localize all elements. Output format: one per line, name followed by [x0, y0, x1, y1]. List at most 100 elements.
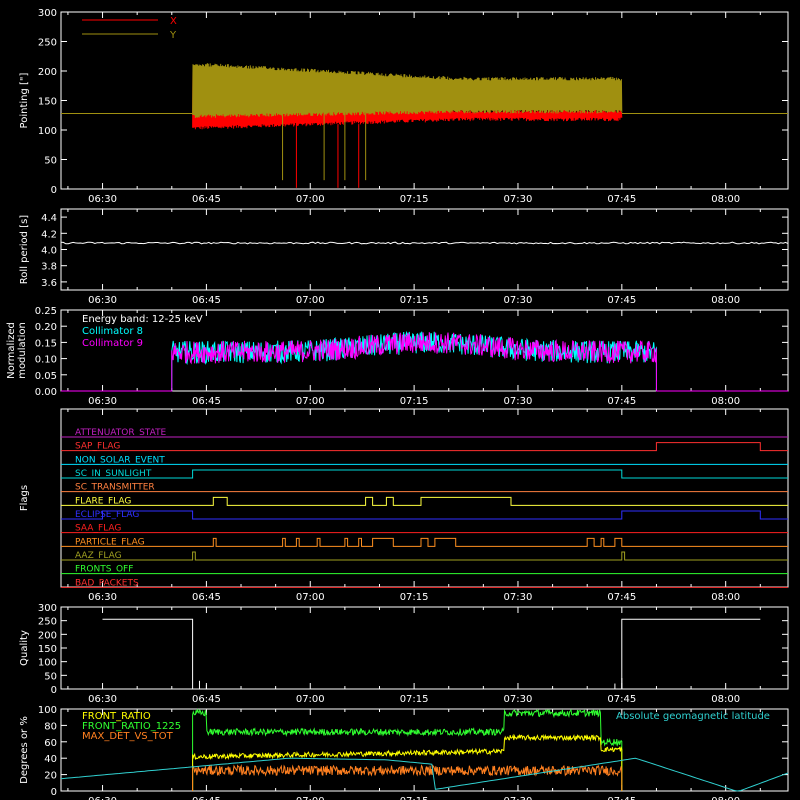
panel-flags: 06:30 06:45 07:00 07:15 07:30 07:45 08:00 Flags…	[19, 408, 789, 603]
flag-label-particle-flag: PARTICLE_FLAG	[75, 537, 145, 547]
x-tick-label: 07:45	[607, 592, 636, 603]
x-tick-label: 07:45	[607, 694, 636, 705]
flag-label-eclipse-flag: ECLIPSE_FLAG	[75, 510, 139, 520]
x-tick-label: 07:00	[296, 396, 325, 407]
series-front-ratio-1225-line	[192, 708, 623, 791]
y-axis-label: Normalized	[6, 322, 17, 379]
x-tick-label: 07:00	[296, 194, 325, 205]
y-tick-label: 150	[38, 644, 57, 655]
x-tick-label: 06:30	[88, 295, 117, 306]
y-tick-label: 3.8	[41, 262, 57, 273]
y-tick-label: 0	[51, 185, 57, 196]
y-tick-label: 150	[38, 97, 57, 108]
y-tick-label: 20	[44, 771, 57, 782]
x-tick-label: 06:45	[192, 295, 221, 306]
y-tick-label: 50	[44, 671, 57, 682]
x-tick-label: 08:00	[711, 694, 740, 705]
y-tick-label: 300	[38, 603, 57, 614]
panel-ratios: 06:30 06:45 07:00 07:15 07:30 07:45 08:00 0 20 40…	[19, 705, 789, 800]
x-tick-label: 07:30	[504, 796, 533, 800]
panel-frame	[60, 208, 789, 291]
flag-label-fronts-off: FRONTS_OFF	[75, 565, 133, 575]
x-tick-label: 06:45	[192, 194, 221, 205]
series-collimator-8-line	[61, 330, 788, 392]
y-tick-label: 100	[38, 126, 57, 137]
flag-label-flare-flag: FLARE_FLAG	[75, 496, 131, 506]
y-tick-label: 50	[44, 156, 57, 167]
panel-roll: 06:30 06:45 07:00 07:15 07:30 07:45 08:00 3.6 3.…	[19, 208, 789, 306]
series-y-line	[192, 63, 623, 119]
series-front-ratio-line	[192, 733, 623, 791]
flag-label-sc-in-sunlight: SC_IN_SUNLIGHT	[75, 469, 152, 479]
x-tick-label: 07:45	[607, 396, 636, 407]
x-tick-label: 08:00	[711, 396, 740, 407]
x-tick-label: 07:45	[607, 295, 636, 306]
x-tick-label: 06:30	[88, 194, 117, 205]
legend-label-geomagnetic-latitude: Absolute geomagnetic latitude	[616, 711, 770, 722]
y-tick-label: 100	[38, 705, 57, 716]
flag-line-aaz-flag	[61, 551, 788, 561]
y-axis-label: Degrees or %	[19, 716, 30, 784]
y-axis-label: Pointing ["]	[19, 72, 30, 128]
y-tick-label: 100	[38, 658, 57, 669]
y-tick-label: 0.15	[35, 338, 57, 349]
x-tick-label: 07:30	[504, 396, 533, 407]
flag-label-sap-flag: SAP_FLAG	[75, 442, 120, 452]
y-tick-label: 200	[38, 630, 57, 641]
flag-label-saa-flag: SAA_FLAG	[75, 524, 121, 534]
x-tick-label: 07:30	[504, 694, 533, 705]
y-axis-label: Flags	[19, 485, 30, 511]
x-tick-label: 07:15	[400, 295, 429, 306]
panel-pointing: 06:30 06:45 07:00 07:15 07:30 07:45 08:00 0 50 10…	[19, 8, 789, 205]
x-tick-label: 07:00	[296, 796, 325, 800]
x-tick-label: 08:00	[711, 796, 740, 800]
series-collimator-9-line	[61, 332, 788, 392]
y-tick-label: 0.10	[35, 355, 57, 366]
x-tick-label: 06:30	[88, 796, 117, 800]
y-tick-label: 60	[44, 738, 57, 749]
x-tick-label: 07:15	[400, 796, 429, 800]
y-tick-label: 3.6	[41, 278, 57, 289]
y-tick-label: 250	[38, 38, 57, 49]
roll-period-line	[60, 241, 789, 245]
y-tick-label: 0.20	[35, 322, 57, 333]
flag-line-sc-in-sunlight	[61, 469, 788, 479]
y-tick-label: 0.00	[35, 387, 57, 398]
x-tick-label: 07:30	[504, 194, 533, 205]
flag-label-aaz-flag: AAZ_FLAG	[75, 551, 122, 561]
y-tick-label: 0	[51, 787, 57, 798]
panel-quality: 06:30 06:45 07:00 07:15 07:30 07:45 08:00 0 50 10…	[19, 603, 789, 705]
x-tick-label: 06:45	[192, 592, 221, 603]
x-tick-label: 07:00	[296, 592, 325, 603]
energy-band-annotation: Energy band: 12-25 keV	[82, 314, 203, 325]
x-tick-label: 06:45	[192, 796, 221, 800]
x-tick-label: 07:00	[296, 295, 325, 306]
y-tick-label: 0.25	[35, 306, 57, 317]
y-tick-label: 250	[38, 617, 57, 628]
flag-label-bad-packets: BAD_PACKETS	[75, 578, 139, 588]
flag-label-sc-transmitter: SC_TRANSMITTER	[75, 483, 155, 493]
x-tick-label: 06:30	[88, 396, 117, 407]
legend-label-y: Y	[169, 30, 177, 41]
x-tick-label: 07:15	[400, 396, 429, 407]
y-axis-label: modulation	[17, 322, 28, 379]
flag-label-attenuator-state: ATTENUATOR_STATE	[75, 428, 167, 438]
x-tick-label: 07:30	[504, 295, 533, 306]
y-axis-label: Roll period [s]	[19, 215, 30, 284]
y-axis-label: Quality	[19, 630, 30, 666]
x-tick-label: 08:00	[711, 295, 740, 306]
y-tick-label: 200	[38, 67, 57, 78]
y-tick-label: 0.05	[35, 371, 57, 382]
x-tick-label: 07:15	[400, 592, 429, 603]
y-tick-label: 4.0	[41, 246, 57, 257]
x-tick-label: 07:00	[296, 694, 325, 705]
y-tick-label: 4.4	[41, 213, 57, 224]
panel-modulation: 06:30 06:45 07:00 07:15 07:30 07:45 08:00 0.00 0…	[6, 306, 789, 407]
x-tick-label: 07:45	[607, 194, 636, 205]
x-tick-label: 06:45	[192, 694, 221, 705]
legend-label-max-det-vs-tot: MAX_DET_VS_TOT	[82, 731, 174, 742]
quality-line	[102, 618, 761, 690]
flag-line-flare-flag	[61, 496, 788, 506]
legend-label-x: X	[170, 16, 177, 27]
x-tick-label: 08:00	[711, 194, 740, 205]
